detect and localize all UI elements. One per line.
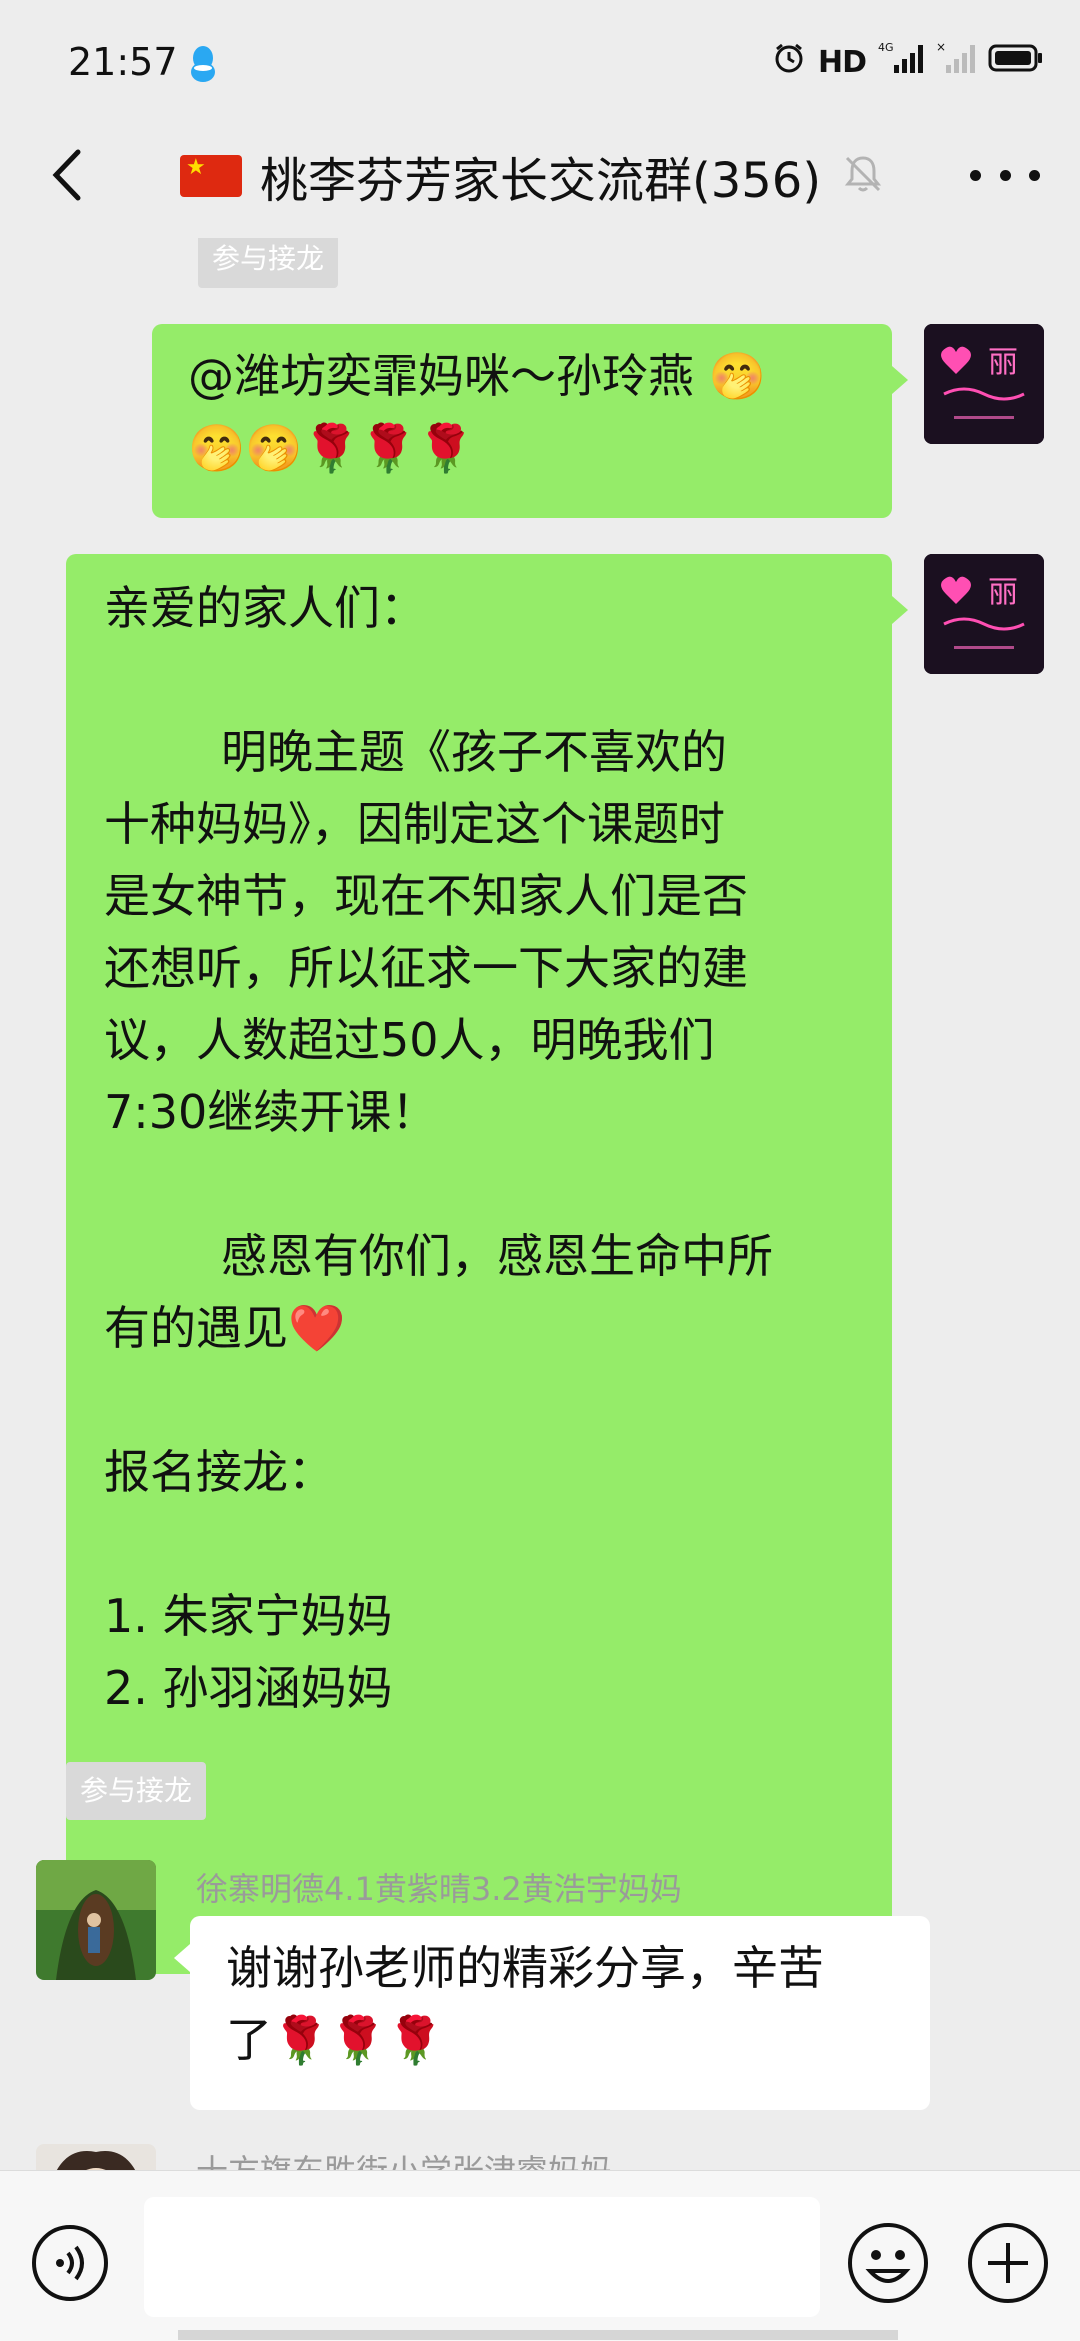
- chat-header: ★ 桃李芬芳家长交流群(356): [0, 112, 1080, 238]
- svg-text:丽: 丽: [988, 345, 1018, 380]
- qq-notification-icon: [188, 44, 218, 88]
- gesture-bar: [178, 2330, 898, 2340]
- hd-indicator: HD: [817, 44, 867, 80]
- sender-avatar[interactable]: [36, 1860, 156, 1980]
- more-functions-button[interactable]: [966, 2221, 1050, 2305]
- chat-title-area[interactable]: ★ 桃李芬芳家长交流群(356): [180, 136, 940, 216]
- message-bubble-other[interactable]: 谢谢孙老师的精彩分享，辛苦 了🌹🌹🌹: [190, 1916, 930, 2110]
- self-avatar[interactable]: 丽: [924, 324, 1044, 444]
- message-text: @潍坊奕霏妈咪～孙玲燕 🤭: [188, 349, 766, 403]
- svg-text:×: ×: [936, 41, 946, 54]
- self-avatar[interactable]: 丽: [924, 554, 1044, 674]
- mute-bell-icon: [841, 152, 885, 200]
- svg-text:4G: 4G: [878, 41, 894, 54]
- input-bar: [0, 2170, 1080, 2341]
- signal-icon: 4G: [878, 41, 924, 83]
- bubble-tail: [174, 1944, 190, 1972]
- smiley-icon: [848, 2223, 928, 2303]
- dot-icon: [999, 169, 1011, 181]
- china-flag-icon: ★: [180, 155, 242, 197]
- status-bar: 21:57 HD 4G ×: [0, 0, 1080, 130]
- voice-input-button[interactable]: [30, 2223, 110, 2303]
- back-button[interactable]: [36, 140, 106, 210]
- chat-title: 桃李芬芳家长交流群(356): [260, 153, 822, 209]
- voice-icon: [32, 2225, 108, 2301]
- battery-icon: [988, 43, 1044, 81]
- alarm-icon: [772, 41, 806, 83]
- plus-icon: [968, 2223, 1048, 2303]
- dot-icon: [1029, 169, 1040, 181]
- svg-text:丽: 丽: [988, 575, 1018, 610]
- solitaire-tag[interactable]: 参与接龙: [66, 1762, 207, 1820]
- dot-icon: [970, 169, 981, 181]
- solitaire-tag[interactable]: 参与接龙: [198, 238, 339, 288]
- message-text: 亲爱的家人们： 明晚主题《孩子不喜欢的 十种妈妈》，因制定这个课题时 是女神节，…: [104, 581, 773, 1715]
- signal-icon-2: ×: [936, 40, 976, 83]
- sender-name: 徐寨明德4.1黄紫晴3.2黄浩宇妈妈: [196, 1870, 682, 1908]
- bubble-tail: [892, 366, 908, 394]
- message-bubble-self[interactable]: @潍坊奕霏妈咪～孙玲燕 🤭 🤭🤭🌹🌹🌹: [152, 324, 892, 518]
- more-options-button[interactable]: [970, 150, 1040, 200]
- bubble-tail: [892, 596, 908, 624]
- message-emojis: 🤭🤭🌹🌹🌹: [188, 421, 475, 475]
- sender-name: 十方旗东胜街小学张津睿妈妈: [196, 2146, 612, 2170]
- status-icons: HD 4G ×: [772, 40, 1044, 83]
- status-time: 21:57: [68, 40, 178, 84]
- message-text: 谢谢孙老师的精彩分享，辛苦 了🌹🌹🌹: [226, 1941, 824, 2067]
- sender-avatar[interactable]: [36, 2144, 156, 2170]
- chevron-left-icon: [52, 149, 81, 201]
- message-input[interactable]: [144, 2197, 820, 2317]
- message-bubble-self-long[interactable]: 亲爱的家人们： 明晚主题《孩子不喜欢的 十种妈妈》，因制定这个课题时 是女神节，…: [66, 554, 892, 1974]
- chat-list[interactable]: 参与接龙 @潍坊奕霏妈咪～孙玲燕 🤭 🤭🤭🌹🌹🌹 丽 亲爱的家人们： 明晚主题《…: [0, 238, 1080, 2170]
- emoji-button[interactable]: [846, 2221, 930, 2305]
